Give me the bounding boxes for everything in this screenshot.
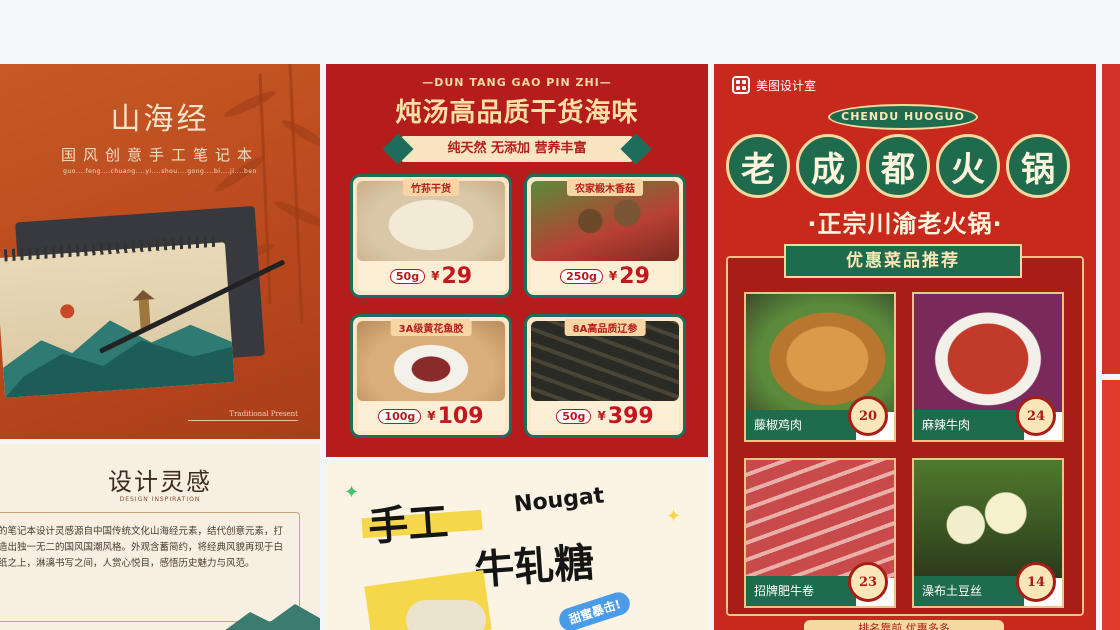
template-card-notebook[interactable]: 山海经 国风创意手工笔记本 guo....feng....chuang....y… xyxy=(0,64,320,439)
product-item: 农家椴木香菇 250g ¥ 29 xyxy=(524,174,686,298)
english-title: Nougat xyxy=(512,483,606,518)
product-name: 竹荪干货 xyxy=(403,179,459,196)
dish-item: 麻辣牛肉 24 xyxy=(912,292,1064,442)
card-body-text: 的笔记本设计灵感源自中国传统文化山海经元素，结代创意元素，打造出独一无二的国风国… xyxy=(0,526,284,569)
price-row: 50g ¥ 29 xyxy=(357,261,505,291)
product-item: 竹荪干货 50g ¥ 29 xyxy=(350,174,512,298)
dish-item: 招牌肥牛卷 23 xyxy=(744,458,896,608)
template-card-partial[interactable] xyxy=(1102,64,1120,374)
star-icon: ✦ xyxy=(344,482,360,503)
template-card-seafood[interactable]: —DUN TANG GAO PIN ZHI— 炖汤高品质干货海味 纯天然 无添加… xyxy=(326,64,708,457)
footnote-text: Traditional Present xyxy=(188,410,298,421)
card-title: 山海经 xyxy=(110,102,210,137)
dish-name: 招牌肥牛卷 xyxy=(746,576,856,606)
product-qty: 50g xyxy=(389,268,426,284)
top-bar xyxy=(0,0,1120,64)
dish-name: 藤椒鸡肉 xyxy=(746,410,856,440)
sticker-badge: 甜蜜暴击! xyxy=(556,589,634,630)
product-item: 3A级黄花鱼胶 100g ¥ 109 xyxy=(350,314,512,438)
dish-price: 14 xyxy=(1016,562,1056,602)
price-row: 50g ¥ 399 xyxy=(531,401,679,431)
title-char: 成 xyxy=(796,134,860,198)
footer-banner: 排名靠前 优惠多多 xyxy=(804,620,1004,630)
currency-symbol: ¥ xyxy=(431,269,440,283)
recommend-banner: 优惠菜品推荐 xyxy=(784,244,1022,278)
product-qty: 100g xyxy=(378,408,422,424)
product-qty: 50g xyxy=(556,408,592,424)
notebook-illustration xyxy=(0,242,235,398)
template-card-partial[interactable] xyxy=(1102,380,1120,630)
english-title: —DUN TANG GAO PIN ZHI— xyxy=(422,76,612,89)
card-title-line1: 手工 xyxy=(366,499,450,551)
dish-price: 20 xyxy=(848,396,888,436)
dish-image xyxy=(746,294,894,412)
mountain-decoration xyxy=(225,604,320,630)
english-banner: CHENDU HUOGUO xyxy=(828,104,978,130)
product-price: 399 xyxy=(607,403,654,429)
brand-watermark: 美图设计室 xyxy=(732,76,816,94)
dish-image xyxy=(914,294,1062,412)
slogan: ·正宗川渝老火锅· xyxy=(807,210,1003,238)
product-qty: 250g xyxy=(560,268,603,284)
card-subtitle: 国风创意手工笔记本 xyxy=(60,146,259,164)
product-item: 8A高品质辽参 50g ¥ 399 xyxy=(524,314,686,438)
brand-name: 美图设计室 xyxy=(756,78,817,93)
product-name: 3A级黄花鱼胶 xyxy=(390,319,472,336)
dish-price: 23 xyxy=(848,562,888,602)
card-title: 炖汤高品质干货海味 xyxy=(395,98,639,128)
product-price: 29 xyxy=(441,263,473,289)
dish-name: 澡布土豆丝 xyxy=(914,576,1024,606)
title-char: 都 xyxy=(866,134,930,198)
ribbon-banner: 纯天然 无添加 营养丰富 xyxy=(401,136,633,162)
title-char: 老 xyxy=(726,134,790,198)
price-row: 100g ¥ 109 xyxy=(357,401,505,431)
dish-image xyxy=(914,460,1062,578)
card-subtitle: DESIGN INSPIRATION xyxy=(119,496,201,503)
dish-item: 澡布土豆丝 14 xyxy=(912,458,1064,608)
product-name: 农家椴木香菇 xyxy=(567,179,643,196)
product-name: 8A高品质辽参 xyxy=(564,319,646,336)
currency-symbol: ¥ xyxy=(597,409,606,423)
dish-image xyxy=(746,460,894,578)
currency-symbol: ¥ xyxy=(608,269,618,283)
title-circles: 老 成 都 火 锅 xyxy=(726,134,1070,198)
card-title-line2: 牛轧糖 xyxy=(472,539,596,595)
template-card-nougat[interactable]: ✦ ✦ 手工 Nougat 牛轧糖 甜蜜暴击! xyxy=(326,462,708,630)
template-card-hotpot[interactable]: 美图设计室 CHENDU HUOGUO 老 成 都 火 锅 ·正宗川渝老火锅· … xyxy=(714,64,1096,630)
dish-price: 24 xyxy=(1016,396,1056,436)
title-char: 火 xyxy=(936,134,1000,198)
product-price: 29 xyxy=(619,263,650,289)
grid-icon xyxy=(732,76,750,94)
template-card-inspiration[interactable]: 设计灵感 DESIGN INSPIRATION 的笔记本设计灵感源自中国传统文化… xyxy=(0,444,320,630)
star-icon: ✦ xyxy=(666,506,682,527)
pinyin-text: guo....feng....chuang....yi....shou....g… xyxy=(63,168,257,175)
price-row: 250g ¥ 29 xyxy=(531,261,679,291)
title-char: 锅 xyxy=(1006,134,1070,198)
card-title: 设计灵感 xyxy=(108,468,212,496)
dish-name: 麻辣牛肉 xyxy=(914,410,1024,440)
nougat-image xyxy=(406,600,486,630)
product-price: 109 xyxy=(437,403,484,429)
currency-symbol: ¥ xyxy=(427,409,436,423)
dish-item: 藤椒鸡肉 20 xyxy=(744,292,896,442)
